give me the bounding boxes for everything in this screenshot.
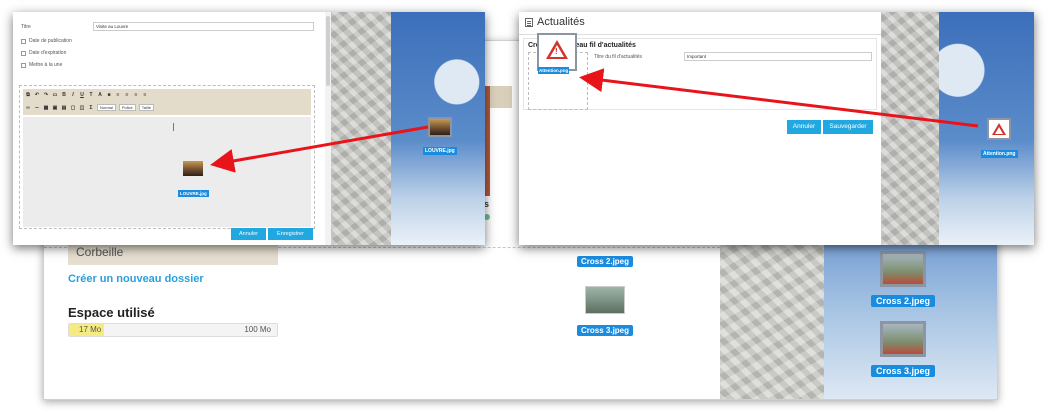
bold-button[interactable]: B (61, 92, 67, 98)
create-folder-link[interactable]: Créer un nouveau dossier (68, 273, 204, 285)
embed-icon[interactable]: ◫ (79, 105, 85, 111)
desktop-file[interactable]: LOUVRE.jpg (423, 117, 457, 157)
checkbox-icon[interactable] (21, 38, 26, 44)
article-form: Titre Visite au Louvre Date de publicati… (13, 12, 331, 245)
storage-used: 17 Mo (79, 325, 102, 334)
save-button[interactable]: Sauvegarder (823, 120, 873, 134)
desktop-file-thumbnail (880, 321, 927, 357)
desktop-file-thumbnail (987, 118, 1012, 140)
storage-title: Espace utilisé (68, 305, 155, 320)
media-icon[interactable]: ▤ (61, 105, 67, 111)
desktop-mosaic-wallpaper (331, 12, 391, 245)
underline-button[interactable]: U (79, 92, 85, 98)
file-item[interactable]: Cross 3.jpeg (577, 286, 634, 338)
warning-icon-inner (995, 127, 1004, 134)
file-item[interactable]: Cross 2.jpeg (577, 251, 634, 269)
font-select[interactable]: Police (118, 104, 136, 111)
source-icon[interactable]: ⧉ (25, 92, 31, 98)
image-icon[interactable]: ▣ (52, 105, 58, 111)
news-icon (525, 18, 533, 27)
publication-date-checkbox[interactable]: Date de publication (21, 38, 72, 44)
editor-content-area[interactable]: LOUVRE.jpg (23, 117, 311, 227)
copy-icon[interactable]: ▭ (52, 92, 58, 98)
file-icon[interactable]: ▢ (70, 105, 76, 111)
align-right-icon[interactable]: ≡ (133, 92, 139, 98)
desktop-file-name: Attention.png (981, 150, 1018, 158)
title-input[interactable]: Visite au Louvre (93, 22, 314, 31)
undo-icon[interactable]: ↶ (34, 92, 40, 98)
file-name: Cross 2.jpeg (577, 256, 634, 267)
dragged-file-name: Attention.png (538, 67, 570, 74)
file-thumbnail (585, 286, 625, 314)
checkbox-label: Date de publication (29, 38, 72, 44)
text-caret (173, 123, 174, 131)
storage-total: 100 Mo (244, 325, 271, 334)
link-icon[interactable]: ∞ (25, 105, 31, 111)
rich-text-editor: ⧉ ↶ ↷ ▭ B I U T A ■ ≡ ≡ ≡ ≡ ∞ ∽ ▦ ▣ ▤ ▢ … (19, 85, 315, 229)
strike-button[interactable]: T (88, 92, 94, 98)
dragged-file-thumbnail (183, 161, 204, 176)
dragged-file-name: LOUVRE.jpg (178, 190, 209, 197)
editor-toolbar: ⧉ ↶ ↷ ▭ B I U T A ■ ≡ ≡ ≡ ≡ ∞ ∽ ▦ ▣ ▤ ▢ … (23, 89, 311, 115)
headline-checkbox[interactable]: Mettre à la une (21, 62, 62, 68)
expiration-date-checkbox[interactable]: Date d'expiration (21, 50, 66, 56)
align-left-icon[interactable]: ≡ (115, 92, 121, 98)
editor-screenshot: Titre Visite au Louvre Date de publicati… (13, 12, 485, 245)
exclamation-icon: ! (555, 47, 558, 56)
align-center-icon[interactable]: ≡ (124, 92, 130, 98)
desktop-file-name: LOUVRE.jpg (423, 147, 457, 155)
redo-icon[interactable]: ↷ (43, 92, 49, 98)
toolbar-row: ⧉ ↶ ↷ ▭ B I U T A ■ ≡ ≡ ≡ ≡ (25, 92, 148, 98)
desktop-file-thumbnail (427, 117, 452, 137)
checkbox-icon[interactable] (21, 50, 26, 56)
checkbox-label: Mettre à la une (29, 62, 63, 68)
news-screenshot: Actualités Créer un nouveau fil d'actual… (519, 12, 1034, 245)
size-select[interactable]: Taille (138, 104, 154, 111)
checkbox-label: Date d'expiration (29, 50, 67, 56)
toolbar-row: ∞ ∽ ▦ ▣ ▤ ▢ ◫ Σ Normal Police Taille (25, 104, 154, 111)
desktop-file-thumbnail (880, 251, 927, 287)
table-icon[interactable]: ▦ (43, 105, 49, 111)
format-select[interactable]: Normal (97, 104, 116, 111)
feed-title-label: Titre du fil d'actualités (594, 54, 643, 60)
desktop-file[interactable]: Cross 2.jpeg (871, 251, 936, 309)
cancel-button[interactable]: Annuler (787, 120, 821, 134)
text-color-button[interactable]: A (97, 92, 103, 98)
file-name: Cross 3.jpeg (577, 325, 634, 336)
feed-title-input[interactable]: Important (684, 52, 872, 61)
scrollbar-thumb[interactable] (326, 16, 330, 86)
tutorial-composite: ss Corbeille Créer un nouveau dossier Es… (0, 0, 1048, 412)
cancel-button[interactable]: Annuler (231, 228, 266, 240)
unlink-icon[interactable]: ∽ (34, 105, 40, 111)
desktop-mosaic-wallpaper (881, 12, 939, 245)
dragged-file[interactable]: LOUVRE.jpg (178, 161, 209, 200)
save-button[interactable]: Enregistrer (268, 228, 313, 240)
desktop-file-name: Cross 2.jpeg (871, 295, 936, 307)
italic-button[interactable]: I (70, 92, 76, 98)
desktop-file[interactable]: Attention.png (981, 118, 1018, 160)
checkbox-icon[interactable] (21, 62, 26, 68)
dragged-file[interactable]: ! (537, 33, 577, 71)
desktop-file-name: Cross 3.jpeg (871, 365, 936, 377)
title-label: Titre (21, 24, 31, 30)
desktop-file[interactable]: Cross 3.jpeg (871, 321, 936, 379)
highlight-icon[interactable]: ■ (106, 92, 112, 98)
justify-icon[interactable]: ≡ (142, 92, 148, 98)
window-title: Actualités (537, 16, 585, 28)
formula-button[interactable]: Σ (88, 105, 94, 111)
storage-bar: 17 Mo 100 Mo (68, 323, 278, 337)
